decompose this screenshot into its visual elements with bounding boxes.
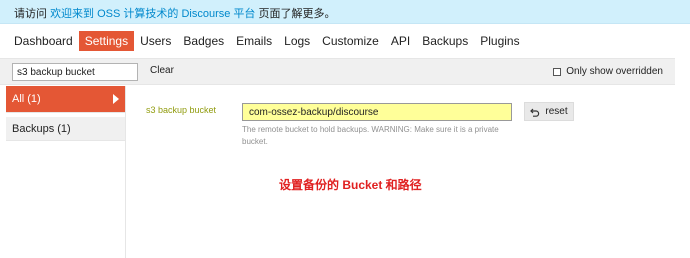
setting-description: The remote bucket to hold backups. WARNI… xyxy=(242,125,499,146)
nav-tab-customize[interactable]: Customize xyxy=(316,31,385,51)
nav-tab-badges[interactable]: Badges xyxy=(177,31,230,51)
nav-tab-emails[interactable]: Emails xyxy=(230,31,278,51)
clear-filter-button[interactable]: Clear xyxy=(150,65,174,76)
info-banner: 请访问 欢迎来到 OSS 计算技术的 Discourse 平台 页面了解更多。 xyxy=(0,0,690,24)
nav-tab-logs[interactable]: Logs xyxy=(278,31,316,51)
settings-filter-input[interactable] xyxy=(12,63,138,81)
nav-tab-backups[interactable]: Backups xyxy=(416,31,474,51)
admin-nav: Dashboard Settings Users Badges Emails L… xyxy=(0,31,526,51)
sidebar-item-all[interactable]: All (1) xyxy=(6,86,125,113)
settings-filter-bar: Clear Only show overridden xyxy=(0,58,675,85)
settings-category-sidebar: All (1) Backups (1) xyxy=(6,86,126,258)
nav-tab-dashboard[interactable]: Dashboard xyxy=(8,31,79,51)
nav-tab-plugins[interactable]: Plugins xyxy=(474,31,525,51)
nav-tab-api[interactable]: API xyxy=(385,31,416,51)
only-overridden-checkbox[interactable] xyxy=(553,67,562,76)
reset-button[interactable]: reset xyxy=(524,102,574,121)
nav-tab-users[interactable]: Users xyxy=(134,31,177,51)
sidebar-item-count: (1) xyxy=(57,122,71,135)
chevron-right-icon xyxy=(113,94,119,104)
banner-prefix: 请访问 xyxy=(14,8,51,20)
only-overridden-label: Only show overridden xyxy=(566,66,663,77)
sidebar-item-backups[interactable]: Backups (1) xyxy=(6,117,125,141)
s3-backup-bucket-input[interactable] xyxy=(242,103,512,121)
sidebar-item-label: All xyxy=(12,93,25,105)
sidebar-item-label: Backups xyxy=(12,122,55,135)
reset-label: reset xyxy=(545,106,568,117)
annotation-text: 设置备份的 Bucket 和路径 xyxy=(279,178,422,192)
only-overridden-toggle[interactable]: Only show overridden xyxy=(553,66,663,77)
banner-link[interactable]: 欢迎来到 OSS 计算技术的 Discourse 平台 xyxy=(50,8,255,20)
nav-tab-settings[interactable]: Settings xyxy=(78,31,135,51)
setting-name-label: s3 backup bucket xyxy=(146,105,217,115)
banner-suffix: 页面了解更多。 xyxy=(255,8,336,20)
sidebar-item-count: (1) xyxy=(27,93,41,105)
undo-icon xyxy=(530,108,540,117)
